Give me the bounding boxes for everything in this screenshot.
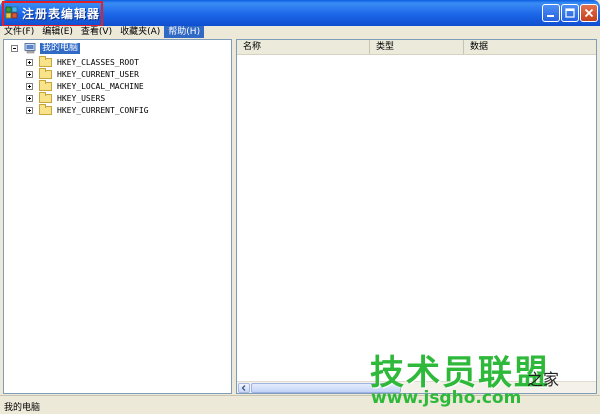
folder-icon [39,91,52,103]
registry-tree-pane[interactable]: 我的电脑 HKEY_CLASSES_ROOT HKEY_CURRENT_USER… [3,39,232,394]
expand-icon[interactable] [26,82,33,90]
minimize-icon [547,15,554,17]
maximize-icon [565,8,575,18]
tree-item-current-user[interactable]: HKEY_CURRENT_USER [26,67,139,80]
watermark-url: www.jsgho.com [371,388,522,408]
expand-icon[interactable] [26,70,33,78]
tree-item-label[interactable]: HKEY_CURRENT_CONFIG [57,106,149,115]
computer-icon [24,42,36,53]
tree-root-my-computer[interactable]: 我的电脑 [11,42,81,54]
menu-file[interactable]: 文件(F) [0,26,38,38]
close-button[interactable] [580,4,598,22]
expand-icon[interactable] [26,106,33,114]
tree-item-label[interactable]: HKEY_CLASSES_ROOT [57,58,139,67]
chevron-left-icon [241,385,246,391]
title-highlight-box [2,1,103,27]
tree-item-local-machine[interactable]: HKEY_LOCAL_MACHINE [26,79,144,92]
folder-icon [39,103,52,115]
collapse-icon[interactable] [11,44,18,52]
tree-item-users[interactable]: HKEY_USERS [26,91,105,104]
list-header: 名称 类型 数据 [237,40,596,55]
column-header-type[interactable]: 类型 [370,40,464,54]
folder-icon [39,55,52,67]
tree-item-label[interactable]: HKEY_USERS [57,94,105,103]
menu-edit[interactable]: 编辑(E) [38,26,77,38]
menu-view[interactable]: 查看(V) [77,26,116,38]
folder-icon [39,67,52,79]
scroll-left-button[interactable] [238,383,250,393]
title-bar[interactable]: 注册表编辑器 [0,0,600,27]
tree-item-label[interactable]: HKEY_LOCAL_MACHINE [57,82,144,91]
maximize-button[interactable] [561,4,579,22]
column-header-data[interactable]: 数据 [464,40,596,54]
menu-favorites[interactable]: 收藏夹(A) [116,26,164,38]
minimize-button[interactable] [542,4,560,22]
folder-icon [39,79,52,91]
registry-values-pane[interactable]: 名称 类型 数据 [236,39,597,394]
expand-icon[interactable] [26,58,33,66]
tree-item-current-config[interactable]: HKEY_CURRENT_CONFIG [26,103,149,116]
menu-bar: 文件(F) 编辑(E) 查看(V) 收藏夹(A) 帮助(H) [0,26,600,38]
tree-root-label[interactable]: 我的电脑 [40,42,81,54]
watermark-logo: 技术员联盟 [370,353,550,393]
expand-icon[interactable] [26,94,33,102]
close-icon [584,8,594,18]
tree-item-label[interactable]: HKEY_CURRENT_USER [57,70,139,79]
watermark-side-text: 之家 [527,370,560,389]
column-header-name[interactable]: 名称 [237,40,370,54]
tree-item-classes-root[interactable]: HKEY_CLASSES_ROOT [26,55,139,68]
menu-help[interactable]: 帮助(H) [164,26,205,38]
status-text: 我的电脑 [4,403,41,413]
